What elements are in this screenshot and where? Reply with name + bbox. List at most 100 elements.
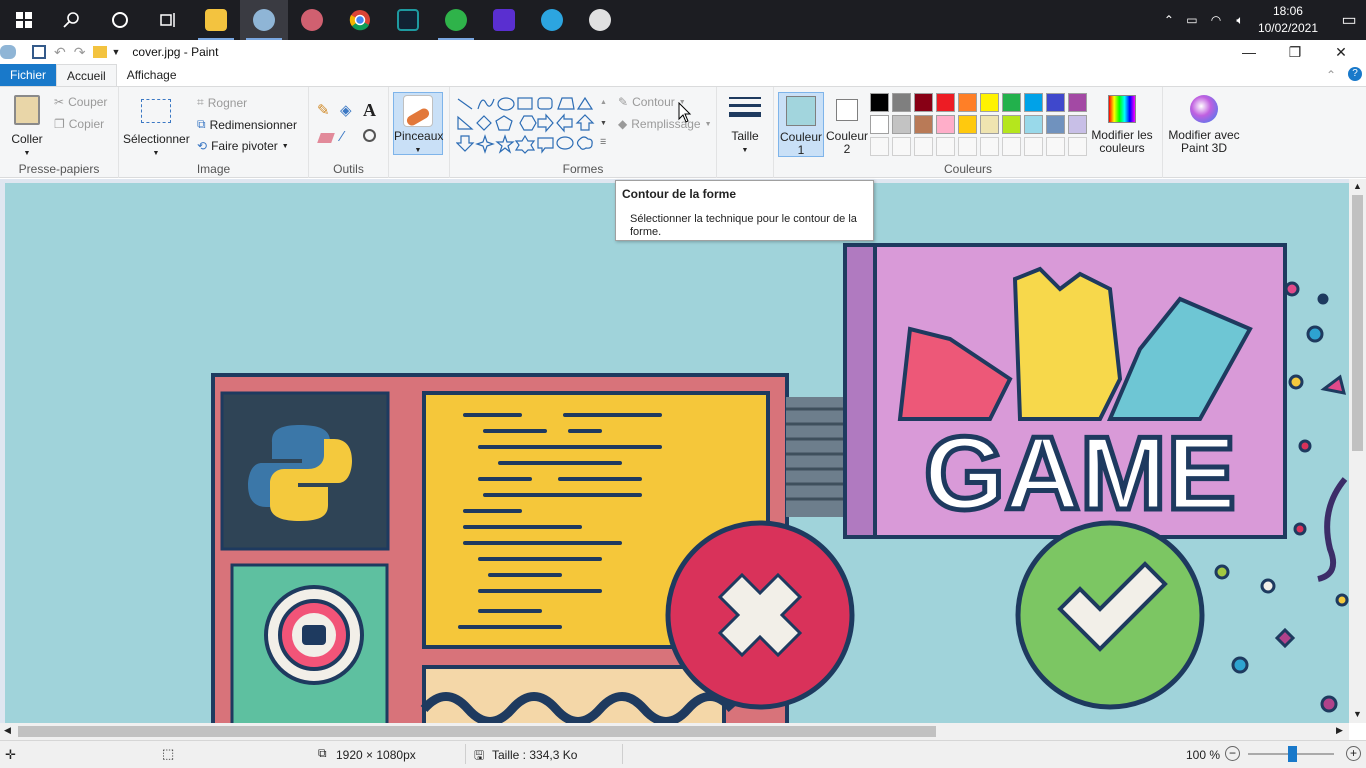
palette-swatch[interactable] xyxy=(1024,115,1043,134)
fill-bucket-icon[interactable]: ◈ xyxy=(340,101,360,121)
scroll-up-icon[interactable]: ▲ xyxy=(1353,181,1362,191)
task-view-button[interactable] xyxy=(144,0,192,40)
edit-with-paint3d-button[interactable]: Modifier avec Paint 3D xyxy=(1163,93,1245,159)
taskbar-app-jetbrains[interactable] xyxy=(480,0,528,40)
palette-swatch[interactable] xyxy=(1046,93,1065,112)
cut-button[interactable]: ✂ Couper xyxy=(54,95,107,109)
vertical-scroll-thumb[interactable] xyxy=(1352,195,1363,451)
zoom-slider[interactable] xyxy=(1248,746,1334,762)
palette-swatch[interactable] xyxy=(1046,137,1065,156)
palette-swatch[interactable] xyxy=(870,115,889,134)
collapse-ribbon-icon[interactable]: ⌃ xyxy=(1326,68,1336,82)
palette-swatch[interactable] xyxy=(1068,93,1087,112)
palette-swatch[interactable] xyxy=(1068,137,1087,156)
crop-button[interactable]: ⌗ Rogner xyxy=(197,95,247,110)
volume-icon[interactable]: 🔈︎ xyxy=(1228,13,1252,28)
palette-swatch[interactable] xyxy=(1046,115,1065,134)
taskbar-app-telegram[interactable] xyxy=(528,0,576,40)
paste-button[interactable]: Coller ▼ xyxy=(6,91,48,157)
copy-button[interactable]: ❐ Copier xyxy=(54,117,104,131)
color1-button[interactable]: Couleur 1 xyxy=(778,92,824,157)
tab-fichier[interactable]: Fichier xyxy=(0,64,56,86)
folder-quick-icon[interactable] xyxy=(93,46,108,58)
vertical-scrollbar[interactable]: ▲ ▼ xyxy=(1349,179,1366,723)
size-button[interactable]: Taille ▼ xyxy=(723,93,767,157)
eraser-icon[interactable] xyxy=(317,133,335,143)
horizontal-scrollbar[interactable]: ◀ ▶ xyxy=(0,723,1349,740)
palette-swatch[interactable] xyxy=(892,137,911,156)
edit-colors-button[interactable]: Modifier les couleurs xyxy=(1090,93,1154,159)
gallery-expand-icon[interactable]: ☰ xyxy=(600,138,606,146)
palette-swatch[interactable] xyxy=(958,115,977,134)
palette-swatch[interactable] xyxy=(980,93,999,112)
taskbar-app-file-explorer[interactable] xyxy=(192,0,240,40)
fill-button[interactable]: ◆ Remplissage ▼ xyxy=(618,117,712,131)
palette-swatch[interactable] xyxy=(936,137,955,156)
customize-quick-access-icon[interactable]: ▼ xyxy=(111,47,120,57)
battery-icon[interactable]: ▭ xyxy=(1180,13,1204,27)
zoom-in-icon[interactable]: + xyxy=(1346,746,1361,761)
palette-swatch[interactable] xyxy=(980,115,999,134)
wifi-icon[interactable]: ◠ xyxy=(1204,13,1228,27)
palette-swatch[interactable] xyxy=(914,137,933,156)
palette-swatch[interactable] xyxy=(870,93,889,112)
palette-swatch[interactable] xyxy=(1068,115,1087,134)
magnifier-icon[interactable] xyxy=(363,129,376,142)
cortana-button[interactable] xyxy=(96,0,144,40)
palette-swatch[interactable] xyxy=(914,93,933,112)
palette-swatch[interactable] xyxy=(914,115,933,134)
palette-swatch[interactable] xyxy=(892,93,911,112)
scroll-right-icon[interactable]: ▶ xyxy=(1336,725,1343,736)
search-button[interactable] xyxy=(48,0,96,40)
zoom-slider-thumb[interactable] xyxy=(1288,746,1297,762)
zoom-out-icon[interactable]: − xyxy=(1225,746,1240,761)
gallery-scroll-down-icon[interactable]: ▼ xyxy=(600,120,607,127)
palette-swatch[interactable] xyxy=(980,137,999,156)
resize-button[interactable]: ⧉ Redimensionner xyxy=(197,117,297,132)
palette-swatch[interactable] xyxy=(870,137,889,156)
tab-affichage[interactable]: Affichage xyxy=(117,64,187,86)
close-button[interactable]: ✕ xyxy=(1318,40,1364,64)
brushes-button[interactable]: Pinceaux ▼ xyxy=(393,92,443,155)
outline-button[interactable]: ✎ Contour ▼ xyxy=(618,95,686,109)
palette-swatch[interactable] xyxy=(1002,137,1021,156)
save-icon[interactable] xyxy=(32,45,46,59)
taskbar-app-editor[interactable] xyxy=(384,0,432,40)
taskbar-app-paint-3d[interactable] xyxy=(288,0,336,40)
color-picker-icon[interactable]: ⁄ xyxy=(341,128,344,145)
color2-button[interactable]: Couleur 2 xyxy=(825,92,871,157)
tab-accueil[interactable]: Accueil xyxy=(56,64,117,86)
palette-swatch[interactable] xyxy=(936,115,955,134)
select-button[interactable]: Sélectionner ▼ xyxy=(123,91,190,157)
taskbar-app-hand[interactable] xyxy=(576,0,624,40)
minimize-button[interactable]: — xyxy=(1226,40,1272,64)
palette-swatch[interactable] xyxy=(892,115,911,134)
palette-swatch[interactable] xyxy=(1002,115,1021,134)
shapes-gallery[interactable] xyxy=(456,95,606,157)
horizontal-scroll-thumb[interactable] xyxy=(18,726,936,737)
maximize-button[interactable]: ❐ xyxy=(1272,40,1318,64)
palette-swatch[interactable] xyxy=(1024,93,1043,112)
scroll-left-icon[interactable]: ◀ xyxy=(4,725,11,736)
help-icon[interactable]: ? xyxy=(1348,67,1362,81)
rotate-button[interactable]: ⟲ Faire pivoter ▼ xyxy=(197,139,289,153)
text-tool-icon[interactable]: A xyxy=(363,100,376,121)
redo-icon[interactable]: ↷ xyxy=(74,44,86,61)
gallery-scroll-up-icon[interactable]: ▲ xyxy=(600,99,607,106)
taskbar-app-globe[interactable] xyxy=(432,0,480,40)
palette-swatch[interactable] xyxy=(1024,137,1043,156)
taskbar-app-paint[interactable] xyxy=(240,0,288,40)
palette-swatch[interactable] xyxy=(958,137,977,156)
palette-swatch[interactable] xyxy=(1002,93,1021,112)
scroll-down-icon[interactable]: ▼ xyxy=(1353,709,1362,719)
taskbar-app-chrome[interactable] xyxy=(336,0,384,40)
undo-icon[interactable]: ↶ xyxy=(54,44,66,61)
palette-swatch[interactable] xyxy=(958,93,977,112)
palette-swatch[interactable] xyxy=(936,93,955,112)
start-button[interactable] xyxy=(0,0,48,40)
image-canvas[interactable]: GAME xyxy=(0,179,1349,723)
canvas-area[interactable]: GAME xyxy=(0,179,1349,723)
clock[interactable]: 18:06 10/02/2021 xyxy=(1258,3,1318,37)
chevron-up-icon[interactable]: ⌃ xyxy=(1158,13,1180,27)
pencil-icon[interactable]: ✎ xyxy=(317,101,337,121)
